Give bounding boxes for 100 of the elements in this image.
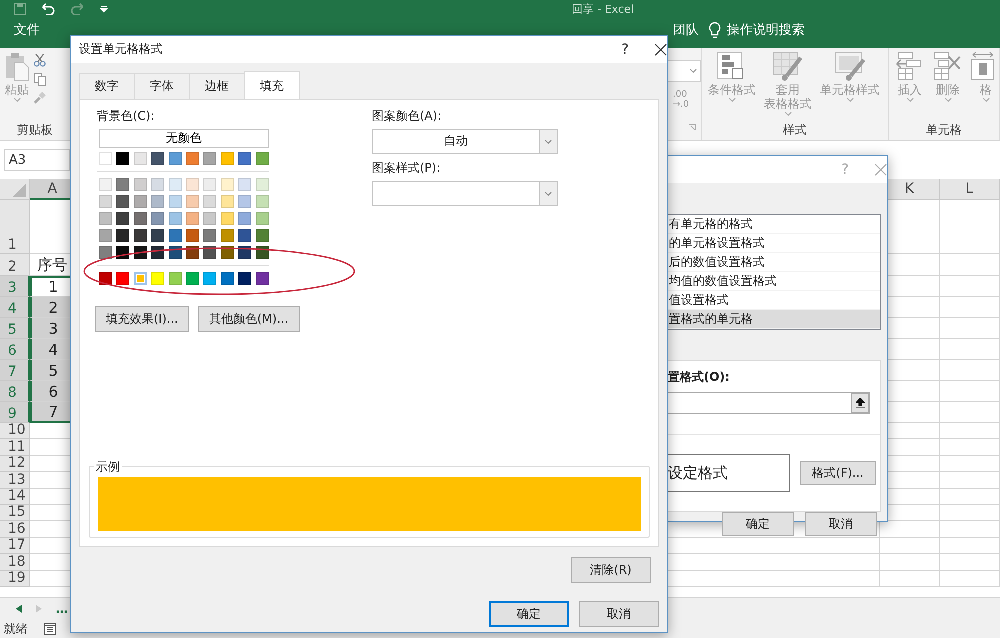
window-title: 回享 - Excel — [572, 2, 634, 16]
caret-icon — [944, 98, 952, 102]
row-header[interactable]: 12 — [0, 456, 30, 472]
dialog-launcher-icon[interactable] — [689, 124, 696, 131]
dropdown-field[interactable] — [372, 181, 558, 206]
caret-icon — [690, 69, 697, 73]
clear-button[interactable]: 清除(R) — [571, 557, 651, 583]
table-cell — [940, 439, 1000, 456]
table-cell — [940, 200, 1000, 254]
table-cell — [940, 360, 1000, 381]
select-all-corner[interactable] — [0, 179, 30, 200]
row-header[interactable]: 4 — [0, 297, 30, 318]
field-label: 图案颜色(A): — [372, 108, 443, 125]
dialog-button[interactable]: 取消 — [579, 601, 659, 627]
ribbon-tab[interactable]: 文件 — [0, 21, 54, 39]
group-label: 单元格 — [925, 122, 963, 139]
table-cell — [940, 570, 1000, 587]
list-item[interactable]: 置格式的单元格 — [668, 310, 880, 329]
format-button[interactable]: 格式(F)... — [800, 461, 876, 485]
row-header[interactable]: 2 — [0, 254, 30, 276]
row-header[interactable]: 7 — [0, 360, 30, 381]
row-header[interactable]: 15 — [0, 504, 30, 522]
caret-icon — [545, 192, 552, 196]
caret-icon — [728, 98, 736, 102]
brush-icon[interactable] — [34, 92, 46, 104]
group-label: 示例 — [94, 459, 122, 476]
up-arrow-icon — [856, 398, 864, 408]
table-cell — [880, 538, 940, 554]
caret-icon — [784, 112, 792, 116]
fill-effects-button[interactable]: 填充效果(I)... — [95, 306, 190, 332]
row-header[interactable]: 17 — [0, 538, 30, 554]
undo-icon[interactable] — [40, 3, 56, 15]
table-brush-icon — [773, 52, 803, 82]
row-header[interactable]: 8 — [0, 381, 30, 402]
table-cell — [940, 538, 1000, 554]
group-label: 剪贴板 — [16, 122, 54, 139]
row-header[interactable]: 6 — [0, 339, 30, 360]
dialog-button[interactable]: 确定 — [489, 601, 569, 627]
list-item[interactable]: 有单元格的格式 — [668, 215, 880, 234]
row-header[interactable]: 9 — [0, 402, 30, 423]
clipboard-icon — [4, 52, 30, 82]
table-cell — [940, 254, 1000, 276]
dropdown-field[interactable] — [665, 60, 701, 82]
row-header[interactable]: 5 — [0, 318, 30, 339]
collapse-button[interactable] — [851, 393, 869, 413]
row-header[interactable]: 14 — [0, 488, 30, 505]
table-cell — [940, 276, 1000, 297]
list-item[interactable]: 的单元格设置格式 — [668, 234, 880, 253]
dropdown-field[interactable]: 自动 — [372, 129, 558, 154]
row-header[interactable]: 13 — [0, 472, 30, 489]
dialog-button[interactable]: 取消 — [805, 512, 877, 536]
input-field[interactable] — [668, 392, 870, 414]
table-cell — [940, 521, 1000, 538]
list-item[interactable]: 后的数值设置格式 — [668, 253, 880, 272]
group-label: 样式 — [782, 122, 808, 139]
copy-icon[interactable] — [34, 73, 46, 86]
close-icon[interactable] — [655, 44, 667, 56]
no-color-button[interactable]: 无颜色 — [99, 129, 269, 148]
row-header[interactable]: 11 — [0, 439, 30, 456]
table-cell — [940, 472, 1000, 489]
list-item[interactable]: 均值的数值设置格式 — [668, 272, 880, 291]
ribbon-tab[interactable]: 团队 — [659, 21, 709, 39]
delete-cells-icon — [933, 52, 963, 82]
table-cell — [940, 554, 1000, 571]
caret-icon — [982, 98, 990, 102]
row-header[interactable]: 10 — [0, 423, 30, 440]
dialog-tab[interactable]: 数字 — [79, 73, 135, 99]
row-header[interactable]: 19 — [0, 570, 30, 587]
name-box[interactable]: A3 — [4, 149, 70, 171]
rule-list[interactable]: 有单元格的格式 的单元格设置格式 后的数值设置格式 均值的数值设置格式 值设置格式 置格式的单元格 — [668, 214, 881, 330]
row-header[interactable]: 18 — [0, 554, 30, 571]
table-cell — [940, 339, 1000, 360]
more-sheets-button[interactable]: … — [56, 602, 68, 616]
scissors-icon[interactable] — [34, 54, 46, 67]
macro-record-icon[interactable] — [44, 623, 56, 635]
row-header[interactable]: 16 — [0, 521, 30, 538]
field-label: 置格式(O): — [668, 369, 731, 386]
scroll-left-icon[interactable] — [16, 605, 22, 613]
lightbulb-icon — [709, 22, 721, 38]
caret-icon — [906, 98, 914, 102]
table-cell — [880, 554, 940, 571]
redo-icon[interactable] — [70, 3, 86, 15]
table-cell — [940, 456, 1000, 472]
table-cell — [940, 297, 1000, 318]
dialog-button[interactable]: 确定 — [722, 512, 794, 536]
cell-brush-icon — [835, 52, 865, 82]
field-label: 图案样式(P): — [372, 160, 442, 177]
column-header[interactable]: L — [940, 179, 1000, 200]
customize-icon[interactable] — [100, 5, 108, 13]
more-colors-button[interactable]: 其他颜色(M)... — [198, 306, 300, 332]
table-cell — [940, 488, 1000, 505]
save-icon[interactable] — [14, 3, 26, 15]
dialog-tab[interactable]: 填充 — [244, 71, 300, 99]
caret-icon — [14, 98, 20, 102]
caret-icon — [545, 140, 552, 144]
row-header[interactable]: 3 — [0, 276, 30, 297]
help-button[interactable]: ? — [622, 42, 629, 58]
search-field[interactable]: 操作说明搜索 — [727, 21, 805, 39]
color-swatch[interactable] — [134, 272, 147, 285]
table-cell — [940, 423, 1000, 440]
